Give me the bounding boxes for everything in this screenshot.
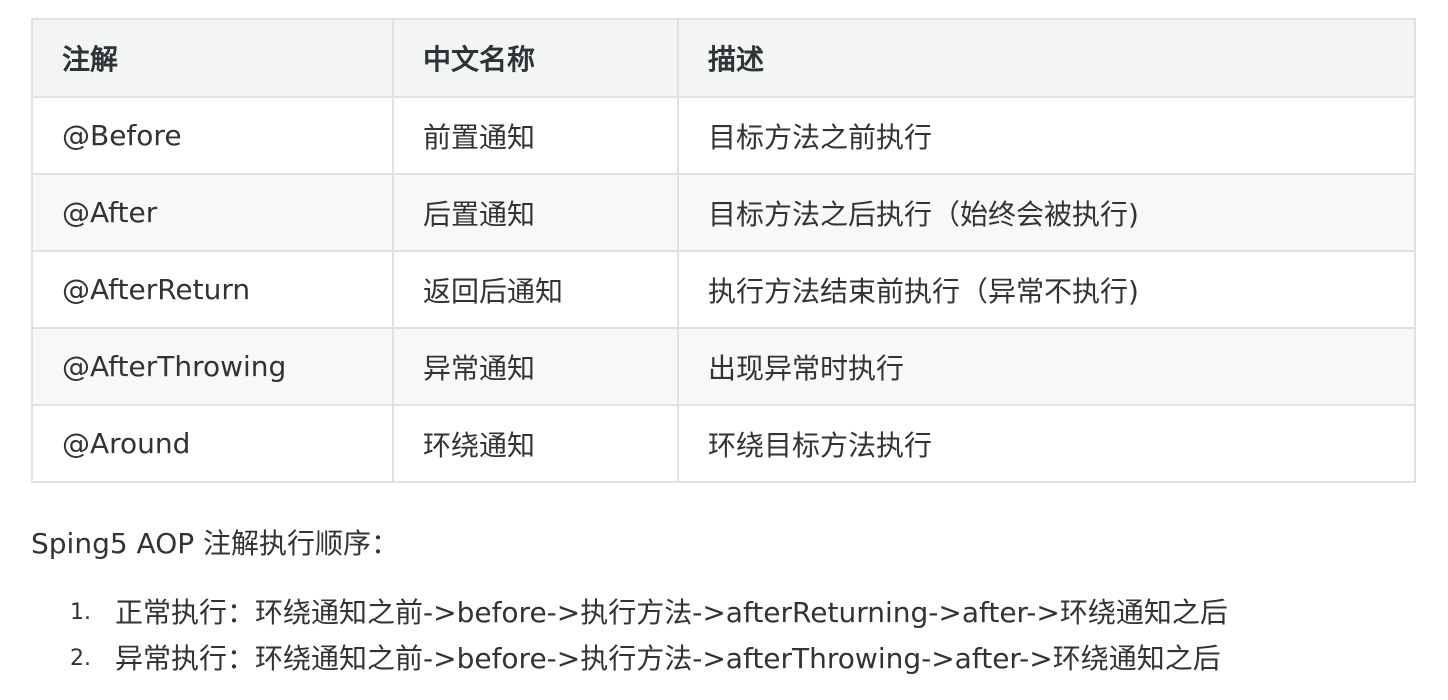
table-header-row: 注解 中文名称 描述 <box>31 18 1416 98</box>
cell-chinese-name: 前置通知 <box>392 96 679 175</box>
table-row: @AfterThrowing 异常通知 出现异常时执行 <box>31 327 1416 406</box>
cell-chinese-name: 环绕通知 <box>392 404 679 483</box>
cell-description: 目标方法之后执行（始终会被执行) <box>677 173 1416 252</box>
cell-annotation: @AfterThrowing <box>31 327 394 406</box>
cell-annotation: @After <box>31 173 394 252</box>
cell-description: 出现异常时执行 <box>677 327 1416 406</box>
cell-annotation: @AfterReturn <box>31 250 394 329</box>
cell-chinese-name: 异常通知 <box>392 327 679 406</box>
cell-description: 执行方法结束前执行（异常不执行) <box>677 250 1416 329</box>
table-row: @Around 环绕通知 环绕目标方法执行 <box>31 404 1416 483</box>
header-annotation: 注解 <box>31 18 394 98</box>
table-row: @AfterReturn 返回后通知 执行方法结束前执行（异常不执行) <box>31 250 1416 329</box>
document-page: 注解 中文名称 描述 @Before 前置通知 目标方法之前执行 @After … <box>0 0 1448 700</box>
list-item-number: 2. <box>70 646 91 671</box>
list-item-number: 1. <box>70 600 91 625</box>
header-chinese-name: 中文名称 <box>392 18 679 98</box>
cell-annotation: @Before <box>31 96 394 175</box>
list-item-text: 正常执行：环绕通知之前->before->执行方法->afterReturnin… <box>115 596 1228 629</box>
cell-chinese-name: 返回后通知 <box>392 250 679 329</box>
cell-chinese-name: 后置通知 <box>392 173 679 252</box>
table-row: @After 后置通知 目标方法之后执行（始终会被执行) <box>31 173 1416 252</box>
order-title: Sping5 AOP 注解执行顺序： <box>31 527 400 560</box>
cell-description: 目标方法之前执行 <box>677 96 1416 175</box>
table-row: @Before 前置通知 目标方法之前执行 <box>31 96 1416 175</box>
list-item-text: 异常执行：环绕通知之前->before->执行方法->afterThrowing… <box>115 642 1221 675</box>
cell-description: 环绕目标方法执行 <box>677 404 1416 483</box>
annotation-table: 注解 中文名称 描述 @Before 前置通知 目标方法之前执行 @After … <box>31 18 1416 483</box>
cell-annotation: @Around <box>31 404 394 483</box>
header-description: 描述 <box>677 18 1416 98</box>
